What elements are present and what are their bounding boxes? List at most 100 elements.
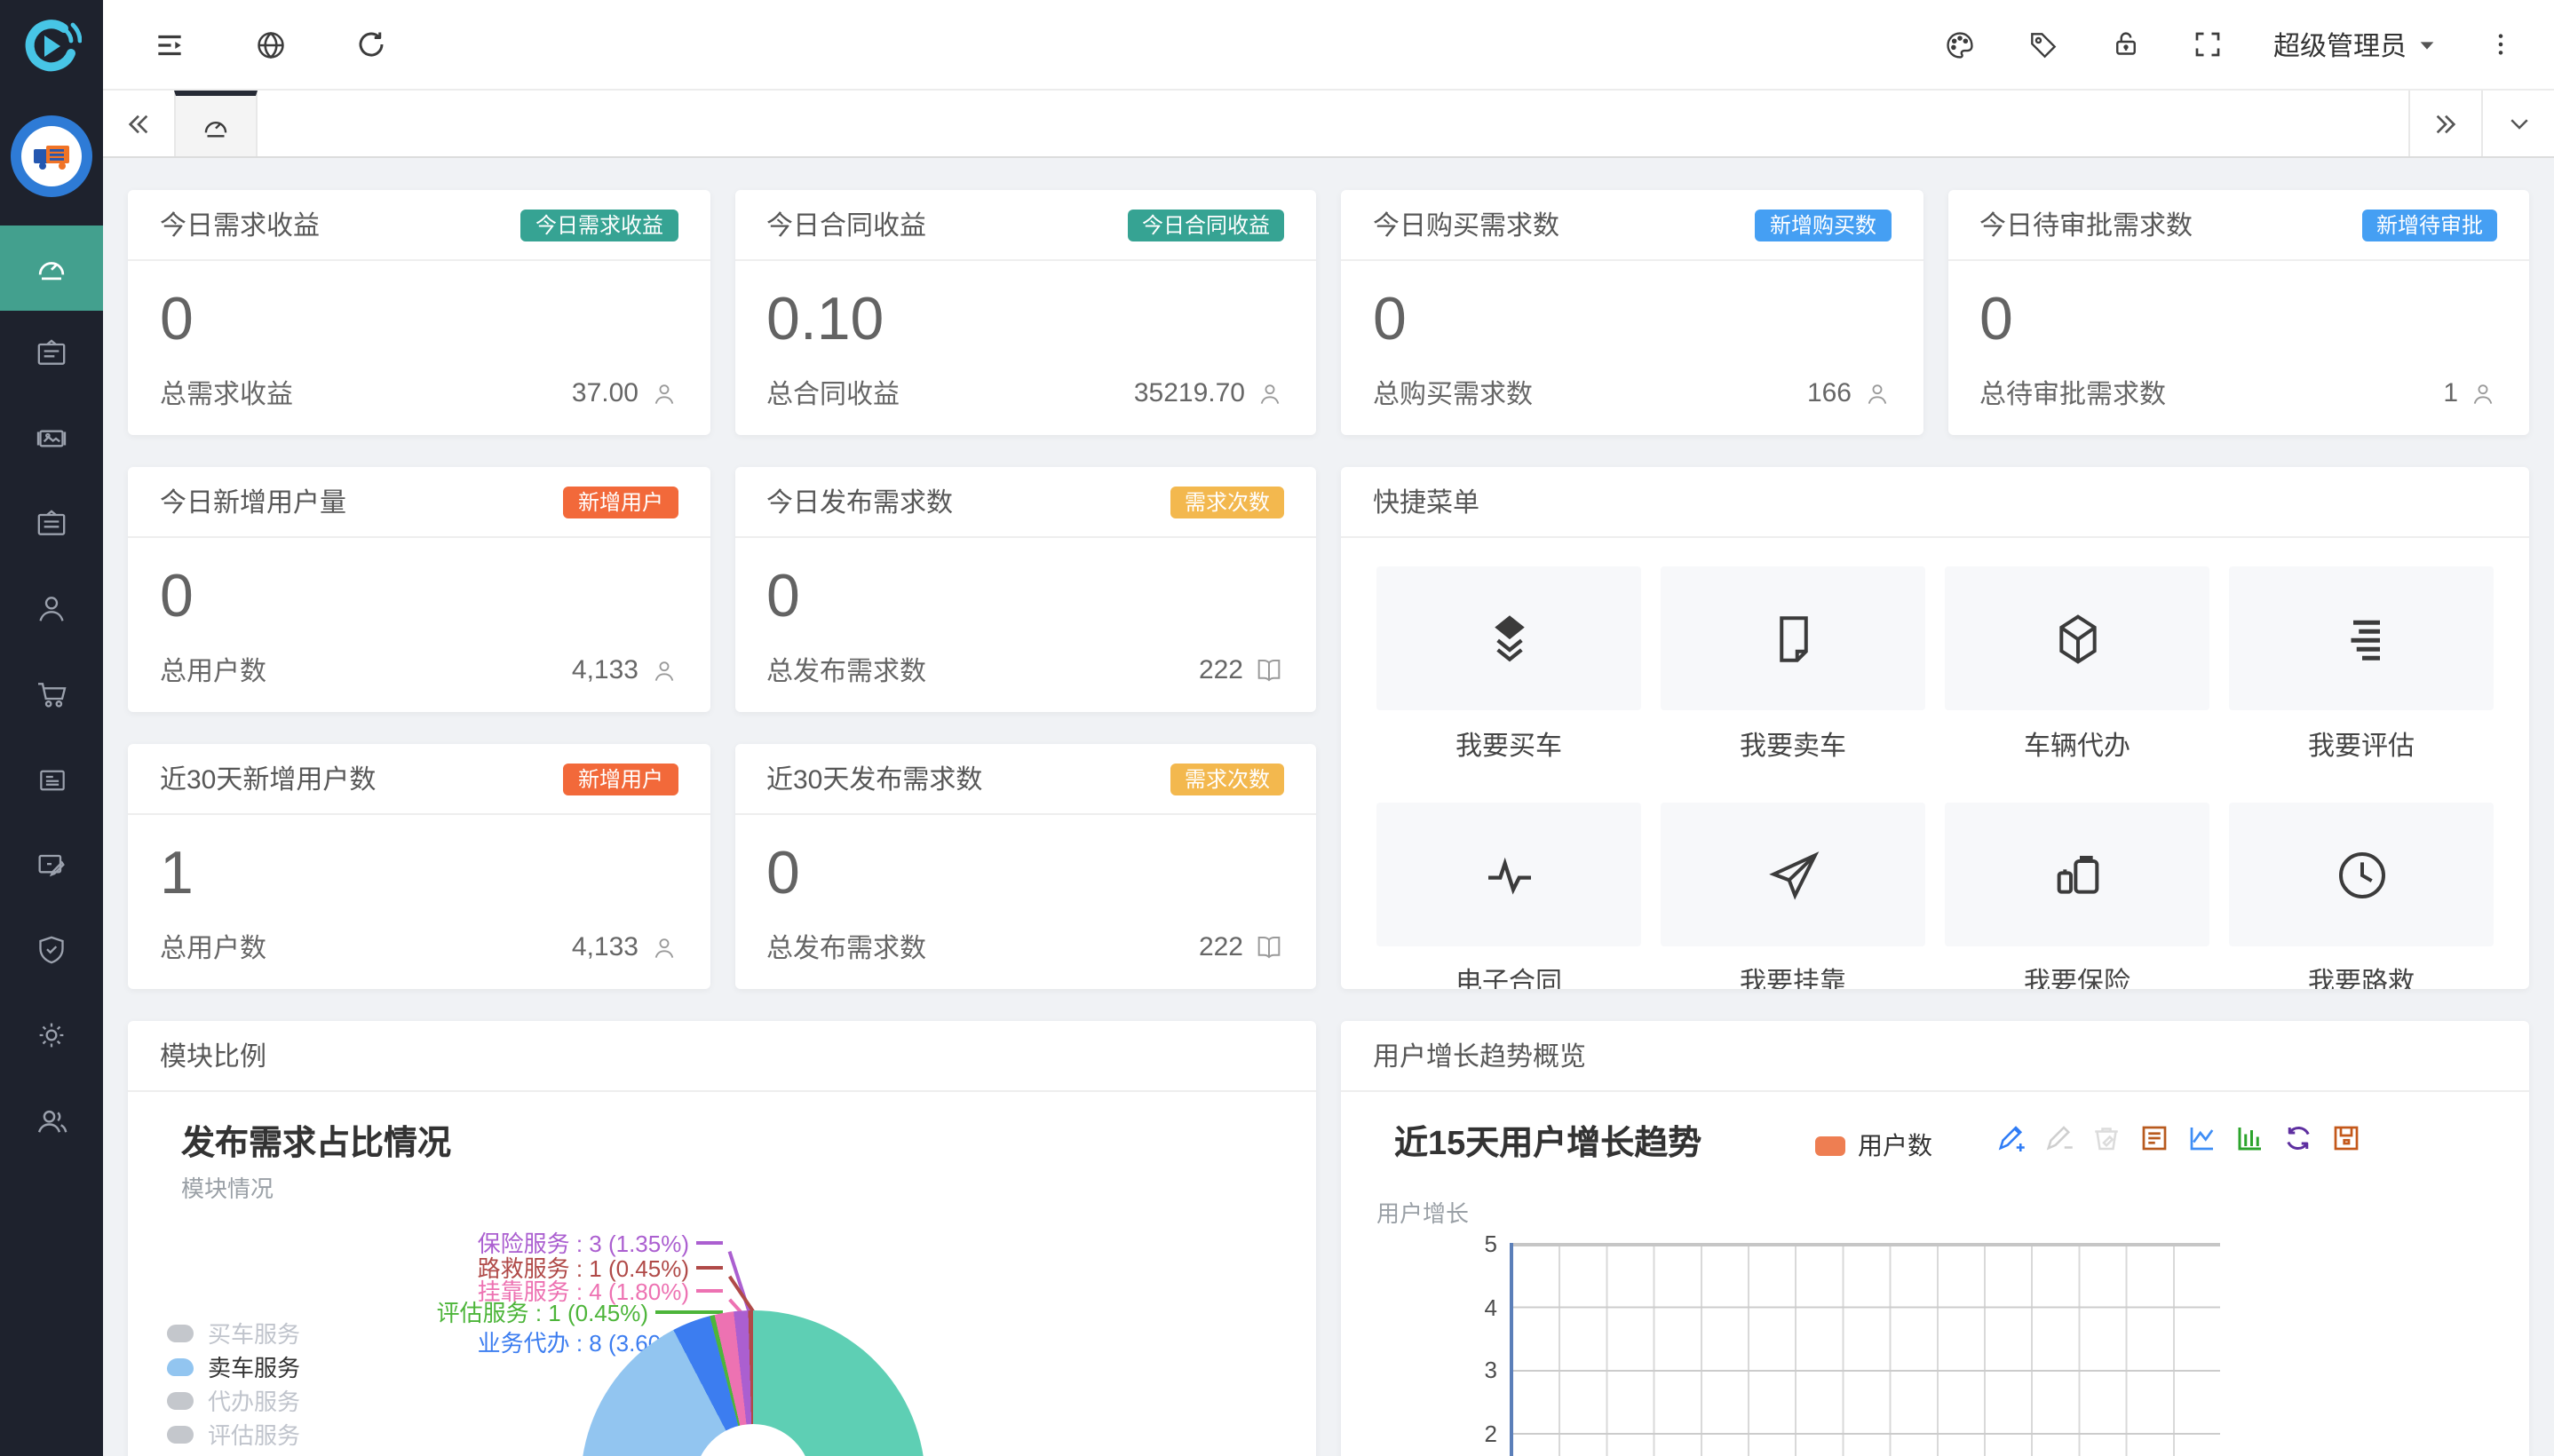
status-badge: 新增用户 [564,763,678,795]
user-outline-icon [1256,379,1284,408]
legend-item-evaluate-service[interactable]: 评估服务 [167,1417,300,1451]
sidebar [0,0,103,1456]
stat-footer-value: 1 [2443,378,2458,408]
sidebar-item-cart[interactable] [0,652,103,737]
quick-evaluate[interactable]: 我要评估 [2229,566,2494,764]
tag-icon[interactable] [2027,28,2060,61]
stat-footer-label: 总用户数 [160,652,266,689]
tab-dashboard[interactable] [174,91,258,156]
globe-icon[interactable] [254,28,288,61]
pie-chart-subtitle: 模块情况 [181,1170,274,1204]
legend-item-agency-service[interactable]: 代办服务 [167,1383,300,1417]
chart-toolbox [1995,1122,2362,1154]
collapse-menu-icon[interactable] [153,28,186,61]
brush-clear-icon[interactable] [2090,1122,2122,1154]
theme-palette-icon[interactable] [1943,28,1977,61]
stat-footer-label: 总需求收益 [160,375,293,412]
user-outline-icon [649,933,678,961]
chart-y-axis [1510,1243,1513,1456]
restore-icon[interactable] [2282,1122,2314,1154]
legend-label: 代办服务 [208,1383,300,1417]
legend-swatch [1815,1136,1845,1155]
y-tick-5: 5 [1444,1230,1497,1257]
quick-insurance[interactable]: 我要保险 [1945,803,2209,989]
refresh-icon[interactable] [355,28,387,60]
pie-callout-evaluate: 评估服务 : 1 (0.45%) [128,1294,723,1328]
stat-footer-value: 4,133 [572,932,638,962]
tab-bar-right [2408,91,2554,156]
quick-menu-card: 快捷菜单 我要买车 我要卖车 车辆代办 我要评估 [1341,467,2529,989]
header-right-actions: 超级管理员 [1943,26,2554,63]
brush-add-icon[interactable] [1995,1122,2027,1154]
tabs-scroll-left-icon[interactable] [103,91,174,156]
data-view-icon[interactable] [2138,1122,2170,1154]
quick-buy-car[interactable]: 我要买车 [1376,566,1641,764]
pie-chart-title: 发布需求占比情况 [181,1117,451,1165]
status-badge: 新增用户 [564,486,678,518]
magic-bar-icon[interactable] [2234,1122,2266,1154]
sidebar-item-users[interactable] [0,1078,103,1163]
header-left-actions [103,28,387,61]
layers-icon [1480,610,1537,667]
module-ratio-card: 模块比例 发布需求占比情况 模块情况 买车服务 卖车服务 代办服务 评估服务 保… [128,1021,1316,1456]
app-logo-icon[interactable] [0,0,103,91]
align-lines-icon [2335,612,2388,665]
card-title: 近30天新增用户数 [160,760,376,797]
sidebar-item-exam[interactable] [0,822,103,907]
stat-value: 0 [1979,286,2497,355]
stat-footer-label: 总待审批需求数 [1979,375,2166,412]
stat-value: 0.10 [766,286,1284,355]
stat-footer-value: 4,133 [572,655,638,685]
magic-line-icon[interactable] [2186,1122,2218,1154]
user-growth-card: 用户增长趋势概览 近15天用户增长趋势 用户数 用户增长 [1341,1021,2529,1456]
sidebar-item-settings[interactable] [0,993,103,1078]
legend-item-user-count[interactable]: 用户数 [1815,1128,1932,1163]
user-outline-icon [2469,379,2497,408]
quick-road-rescue[interactable]: 我要路救 [2229,803,2494,989]
stat-value: 0 [160,563,678,632]
tabs-menu-chevron-icon[interactable] [2481,91,2554,156]
quick-vehicle-agency[interactable]: 车辆代办 [1945,566,2209,764]
y-tick-2: 2 [1444,1420,1497,1447]
stat-value: 0 [160,286,678,355]
sidebar-item-banner[interactable] [0,396,103,481]
quick-item-label: 我要卖车 [1661,726,1925,764]
stat-footer-value: 37.00 [572,378,638,408]
stat-card-demands-30d: 近30天发布需求数需求次数 0 总发布需求数 222 [734,744,1316,989]
user-menu[interactable]: 超级管理员 [2273,26,2437,63]
stat-card-buy-demand: 今日购买需求数新增购买数 0 总购买需求数 166 [1341,190,1923,435]
card-title: 今日购买需求数 [1373,206,1559,243]
quick-affiliate[interactable]: 我要挂靠 [1661,803,1925,989]
briefcase-icon [2049,846,2106,903]
quick-item-label: 我要路救 [2229,962,2494,989]
status-badge: 今日需求收益 [521,209,678,241]
app-window: 超级管理员 [0,0,2554,1456]
sidebar-item-audit[interactable] [0,481,103,566]
brush-remove-icon[interactable] [2042,1122,2074,1154]
sidebar-item-dashboard[interactable] [0,226,103,311]
main-content: 今日需求收益今日需求收益 0 总需求收益 37.00 今日合同收益今日合同收益 … [103,158,2554,1456]
fullscreen-icon[interactable] [2192,28,2224,60]
book-icon [1254,932,1284,962]
legend-label: 评估服务 [208,1417,300,1451]
quick-item-label: 我要挂靠 [1661,962,1925,989]
tabs-scroll-right-icon[interactable] [2408,91,2481,156]
lock-icon[interactable] [2110,28,2142,60]
sidebar-item-news[interactable] [0,737,103,822]
stat-card-new-users-30d: 近30天新增用户数新增用户 1 总用户数 4,133 [128,744,710,989]
save-image-icon[interactable] [2330,1122,2362,1154]
quick-sell-car[interactable]: 我要卖车 [1661,566,1925,764]
y-tick-3: 3 [1444,1357,1497,1383]
sidebar-item-shield[interactable] [0,907,103,993]
sidebar-item-certificate[interactable] [0,311,103,396]
more-dots-icon[interactable] [2487,30,2515,59]
status-badge: 需求次数 [1170,763,1284,795]
sidebar-item-user[interactable] [0,566,103,652]
company-truck-logo[interactable] [11,115,92,197]
quick-e-contract[interactable]: 电子合同 [1376,803,1641,989]
paper-plane-icon [1765,846,1821,903]
user-name: 超级管理员 [2273,26,2407,63]
quick-menu-grid: 我要买车 我要卖车 车辆代办 我要评估 电子合同 [1341,538,2529,989]
stat-card-demand-income: 今日需求收益今日需求收益 0 总需求收益 37.00 [128,190,710,435]
chart-grid[interactable] [1511,1243,2220,1456]
